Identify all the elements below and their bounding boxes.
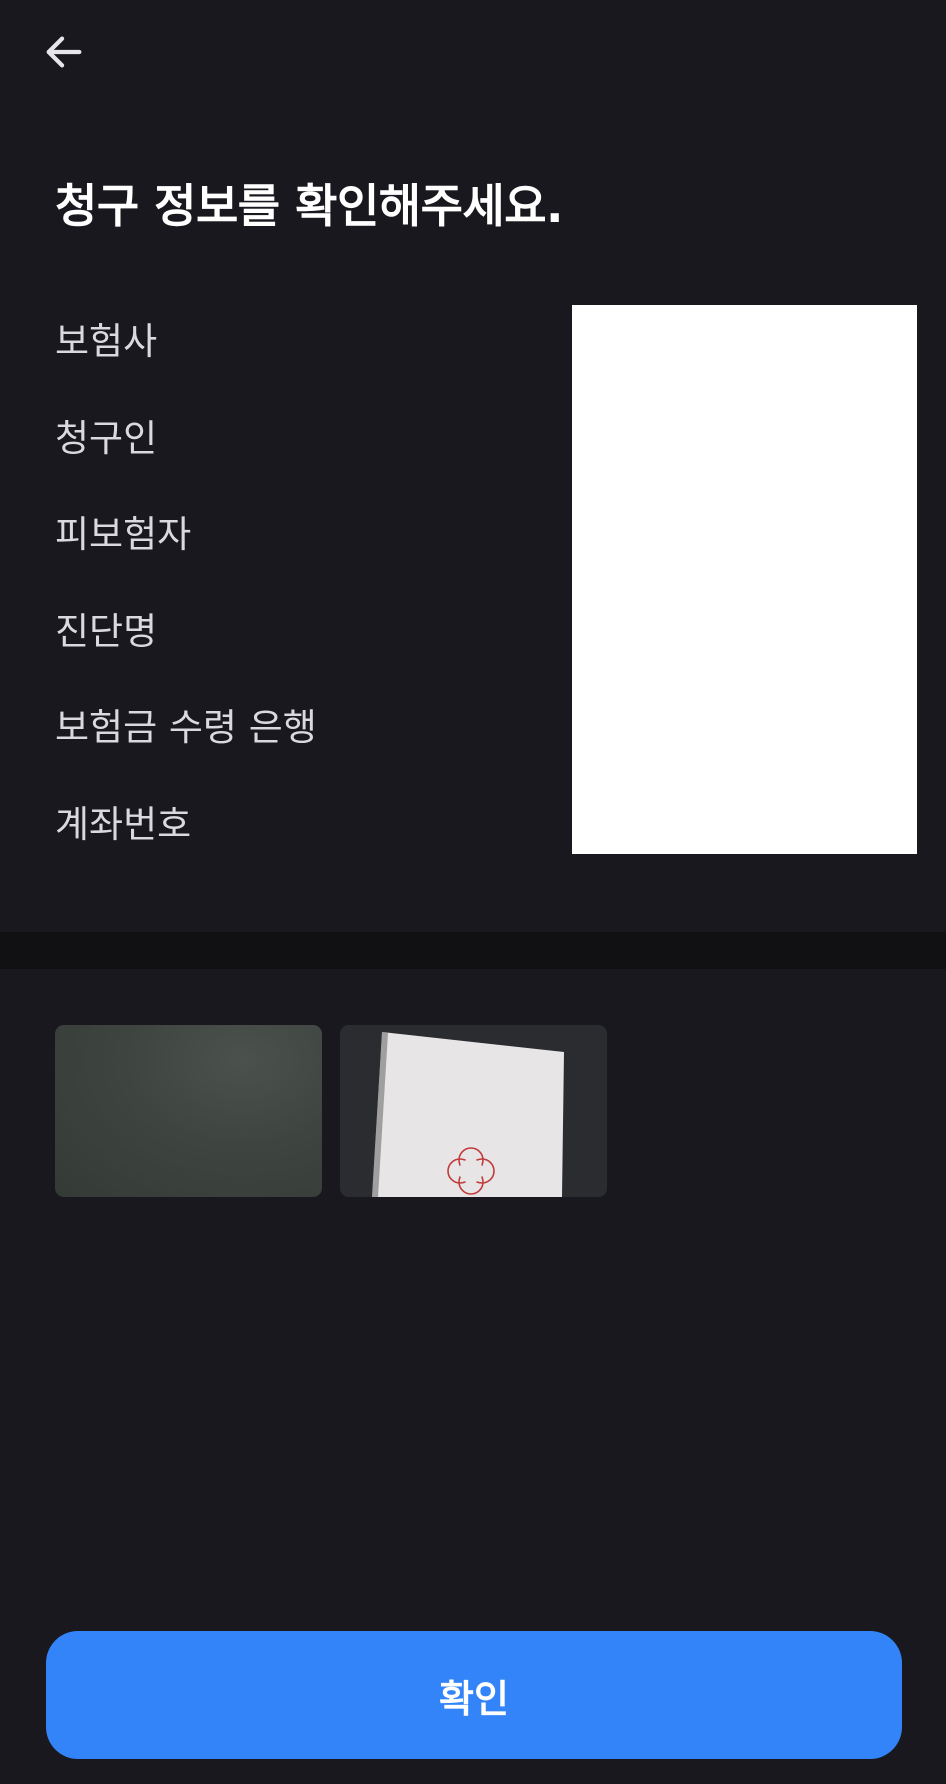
label-insured: 피보험자	[55, 513, 192, 556]
attachment-thumbnail-1[interactable]	[55, 1025, 322, 1197]
label-insurer: 보험사	[55, 320, 158, 363]
claim-info-values-redacted	[572, 305, 917, 854]
claim-confirmation-screen: 청구 정보를 확인해주세요. 보험사 청구인 피보험자 진단명 보험금 수령 은…	[0, 0, 946, 1784]
label-diagnosis: 진단명	[55, 609, 158, 653]
label-claimant: 청구인	[55, 416, 158, 460]
label-payout-bank: 보험금 수령 은행	[55, 706, 317, 749]
document-photo-image	[340, 1025, 607, 1197]
page-title: 청구 정보를 확인해주세요.	[55, 179, 564, 233]
attachment-thumbnail-2[interactable]	[340, 1025, 607, 1197]
back-button[interactable]	[34, 24, 94, 84]
confirm-button[interactable]: 확인	[46, 1631, 902, 1759]
claim-info-labels: 보험사 청구인 피보험자 진단명 보험금 수령 은행 계좌번호	[55, 312, 317, 891]
label-account-number: 계좌번호	[55, 802, 192, 846]
section-divider	[0, 932, 946, 969]
arrow-left-icon	[41, 29, 87, 79]
